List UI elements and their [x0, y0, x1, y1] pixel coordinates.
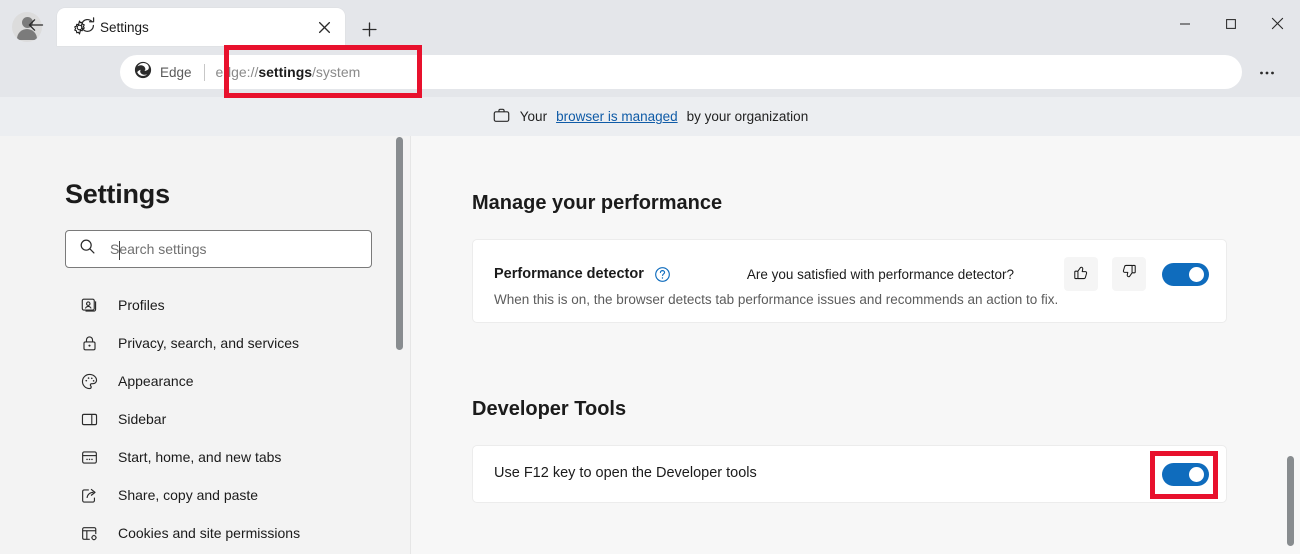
- managed-browser-banner: Your browser is managed by your organiza…: [0, 97, 1300, 136]
- sidebar-item-label: Appearance: [118, 373, 194, 389]
- url-prefix: edge://: [215, 64, 259, 80]
- sidebar-panel-icon: [79, 409, 99, 429]
- cookies-permissions-icon: [79, 523, 99, 543]
- search-settings-input[interactable]: Search settings: [65, 230, 372, 268]
- omnibox-divider: [203, 63, 205, 81]
- performance-section-title: Manage your performance: [472, 192, 723, 214]
- briefcase-icon: [492, 106, 511, 128]
- thumbs-up-icon: [1072, 263, 1090, 286]
- new-tab-button[interactable]: [355, 15, 383, 43]
- toggle-knob: [1189, 267, 1204, 282]
- lock-icon: [79, 333, 99, 353]
- sidebar-item-label: Share, copy and paste: [118, 487, 259, 503]
- developer-tools-section-title: Developer Tools: [472, 398, 627, 420]
- thumbs-down-icon: [1120, 263, 1138, 286]
- thumbs-down-button[interactable]: [1112, 257, 1146, 291]
- palette-icon: [79, 371, 99, 391]
- managed-text-after: by your organization: [686, 109, 809, 124]
- sidebar-scrollbar-thumb[interactable]: [396, 137, 403, 350]
- edge-brand-label: Edge: [160, 64, 192, 80]
- sidebar-item-label: Start, home, and new tabs: [118, 449, 282, 465]
- sidebar-item-label: Sidebar: [118, 411, 167, 427]
- address-bar[interactable]: Edge edge://settings/system: [120, 55, 1242, 89]
- developer-tools-card: Use F12 key to open the Developer tools: [472, 445, 1227, 503]
- tab-strip: Settings: [0, 0, 1300, 47]
- thumbs-up-button[interactable]: [1064, 257, 1098, 291]
- reload-button[interactable]: [70, 8, 104, 42]
- sidebar-item-label: Privacy, search, and services: [118, 335, 300, 351]
- edge-browser-window: Settings Edge edge://settings/system You…: [0, 0, 1300, 554]
- content-scrollbar-thumb[interactable]: [1287, 456, 1294, 546]
- f12-setting-label: Use F12 key to open the Developer tools: [494, 465, 757, 481]
- performance-detector-toggle[interactable]: [1162, 263, 1209, 286]
- sidebar-item-sidebar[interactable]: Sidebar: [65, 400, 395, 438]
- sidebar-item-start-home-new-tabs[interactable]: Start, home, and new tabs: [65, 438, 395, 476]
- sidebar-item-appearance[interactable]: Appearance: [65, 362, 395, 400]
- tab-title: Settings: [100, 19, 149, 35]
- sidebar-item-privacy-search-services[interactable]: Privacy, search, and services: [65, 324, 395, 362]
- back-button[interactable]: [19, 8, 53, 42]
- close-button[interactable]: [1254, 0, 1300, 47]
- settings-page: Settings Search settings Profiles Privac…: [0, 136, 1300, 554]
- settings-nav-list: Profiles Privacy, search, and services A…: [65, 286, 395, 552]
- edge-logo-icon: [134, 61, 152, 84]
- browser-window-icon: [79, 447, 99, 467]
- search-text-caret: [119, 241, 120, 260]
- settings-sidebar: Settings Search settings Profiles Privac…: [0, 136, 411, 554]
- more-options-button[interactable]: [1250, 56, 1284, 90]
- settings-content: Manage your performance Performance dete…: [411, 136, 1300, 554]
- sidebar-item-label: Cookies and site permissions: [118, 525, 301, 541]
- toggle-knob: [1189, 467, 1204, 482]
- sidebar-item-share-copy-paste[interactable]: Share, copy and paste: [65, 476, 395, 514]
- page-title: Settings: [65, 179, 170, 209]
- maximize-button[interactable]: [1208, 0, 1254, 47]
- address-bar-url[interactable]: edge://settings/system: [216, 64, 361, 80]
- browser-is-managed-link[interactable]: browser is managed: [556, 109, 678, 124]
- performance-detector-label: Performance detector: [494, 266, 644, 282]
- search-placeholder: Search settings: [110, 241, 207, 257]
- developer-tools-toggle[interactable]: [1162, 463, 1209, 486]
- url-domain: settings: [258, 64, 313, 80]
- help-circle-icon[interactable]: [654, 266, 671, 283]
- search-icon: [79, 238, 96, 260]
- window-controls: [1162, 0, 1300, 47]
- performance-detector-row: Performance detector Are you satisfied w…: [494, 258, 1210, 290]
- url-path: /system: [312, 64, 361, 80]
- minimize-button[interactable]: [1162, 0, 1208, 47]
- sidebar-item-profiles[interactable]: Profiles: [65, 286, 395, 324]
- managed-text-before: Your: [519, 109, 548, 124]
- share-icon: [79, 485, 99, 505]
- close-icon[interactable]: [311, 14, 337, 40]
- edge-brand-badge: Edge: [134, 61, 192, 84]
- performance-detector-description: When this is on, the browser detects tab…: [494, 292, 1059, 307]
- feedback-question: Are you satisfied with performance detec…: [746, 266, 1015, 282]
- sidebar-item-cookies-site-permissions[interactable]: Cookies and site permissions: [65, 514, 395, 552]
- performance-detector-card: Performance detector Are you satisfied w…: [472, 239, 1227, 323]
- sidebar-scrollbar[interactable]: [395, 136, 407, 554]
- sidebar-item-label: Profiles: [118, 297, 165, 313]
- profile-icon: [79, 295, 99, 315]
